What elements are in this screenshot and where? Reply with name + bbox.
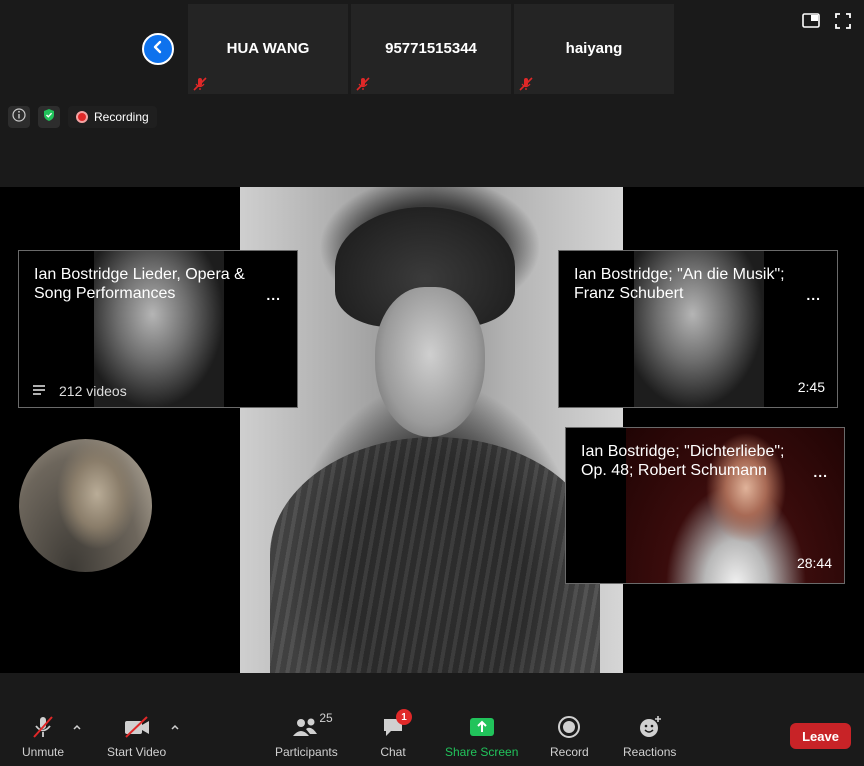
participant-name: HUA WANG — [226, 40, 310, 57]
participant-tile[interactable]: 95771515344 — [351, 4, 511, 94]
video-card[interactable]: Ian Bostridge; "An die Musik"; Franz Sch… — [558, 250, 838, 408]
video-duration: 28:44 — [796, 555, 832, 571]
encryption-button[interactable] — [38, 106, 60, 128]
previous-page-button[interactable] — [142, 33, 174, 65]
audio-options-caret-icon[interactable] — [72, 719, 82, 730]
meeting-toolbar: Unmute Start Video 25 Participants 1 Cha… — [0, 673, 864, 766]
chat-button[interactable]: 1 Chat — [378, 709, 412, 759]
card-title: Ian Bostridge; "Dichterliebe"; Op. 48; R… — [581, 443, 785, 479]
participant-tile[interactable]: haiyang — [514, 4, 674, 94]
record-icon — [554, 713, 584, 741]
video-options-caret-icon[interactable] — [170, 719, 180, 730]
shared-screen: Ian Bostridge Lieder, Opera & Song Perfo… — [0, 187, 864, 673]
smiley-plus-icon — [635, 713, 665, 741]
playlist-count: 212 videos — [33, 383, 127, 399]
more-options-button[interactable]: ... — [806, 287, 821, 303]
video-off-icon — [122, 713, 152, 741]
unmute-label: Unmute — [22, 745, 65, 759]
share-screen-icon — [467, 713, 497, 741]
meeting-status-row: Recording — [8, 106, 157, 128]
participants-icon: 25 — [291, 711, 333, 741]
fullscreen-icon[interactable] — [834, 12, 852, 30]
video-duration: 2:45 — [797, 379, 825, 395]
start-video-label: Start Video — [107, 745, 167, 759]
participant-strip: HUA WANG 95771515344 haiyang Recording — [0, 0, 864, 187]
shield-check-icon — [42, 108, 56, 127]
chevron-left-icon — [151, 40, 165, 59]
record-label: Record — [550, 745, 589, 759]
share-screen-label: Share Screen — [445, 745, 519, 759]
recording-label: Recording — [94, 110, 149, 124]
chat-icon: 1 — [378, 709, 412, 741]
mic-muted-icon — [355, 76, 371, 92]
participants-count: 25 — [319, 711, 333, 725]
chat-unread-badge: 1 — [396, 709, 412, 725]
meeting-info-button[interactable] — [8, 106, 30, 128]
participants-button[interactable]: 25 Participants — [275, 711, 338, 759]
chat-label: Chat — [380, 745, 406, 759]
mic-muted-icon — [28, 713, 58, 741]
leave-button[interactable]: Leave — [790, 723, 851, 749]
participant-tile[interactable]: HUA WANG — [188, 4, 348, 94]
more-options-button[interactable]: ... — [813, 464, 828, 480]
card-title: Ian Bostridge; "An die Musik"; Franz Sch… — [574, 266, 785, 302]
record-button[interactable]: Record — [550, 713, 589, 759]
more-options-button[interactable]: ... — [266, 287, 281, 303]
playlist-count-label: 212 videos — [59, 383, 127, 399]
info-icon — [12, 107, 26, 127]
view-controls — [802, 12, 852, 30]
playlist-icon — [33, 383, 49, 399]
reactions-button[interactable]: Reactions — [623, 713, 676, 759]
record-dot-icon — [76, 111, 88, 123]
participant-name: haiyang — [565, 40, 623, 57]
share-screen-button[interactable]: Share Screen — [445, 713, 518, 759]
mic-muted-icon — [192, 76, 208, 92]
speaker-view-icon[interactable] — [802, 12, 820, 30]
video-card[interactable]: Ian Bostridge; "Dichterliebe"; Op. 48; R… — [565, 427, 845, 584]
participants-label: Participants — [275, 745, 338, 759]
circular-photo — [19, 439, 152, 572]
playlist-card[interactable]: Ian Bostridge Lieder, Opera & Song Perfo… — [18, 250, 298, 408]
unmute-button[interactable]: Unmute — [22, 713, 64, 759]
start-video-button[interactable]: Start Video — [107, 713, 166, 759]
recording-indicator[interactable]: Recording — [68, 106, 157, 128]
reactions-label: Reactions — [623, 745, 677, 759]
participant-name: 95771515344 — [385, 40, 477, 57]
mic-muted-icon — [518, 76, 534, 92]
card-title: Ian Bostridge Lieder, Opera & Song Perfo… — [34, 266, 245, 302]
